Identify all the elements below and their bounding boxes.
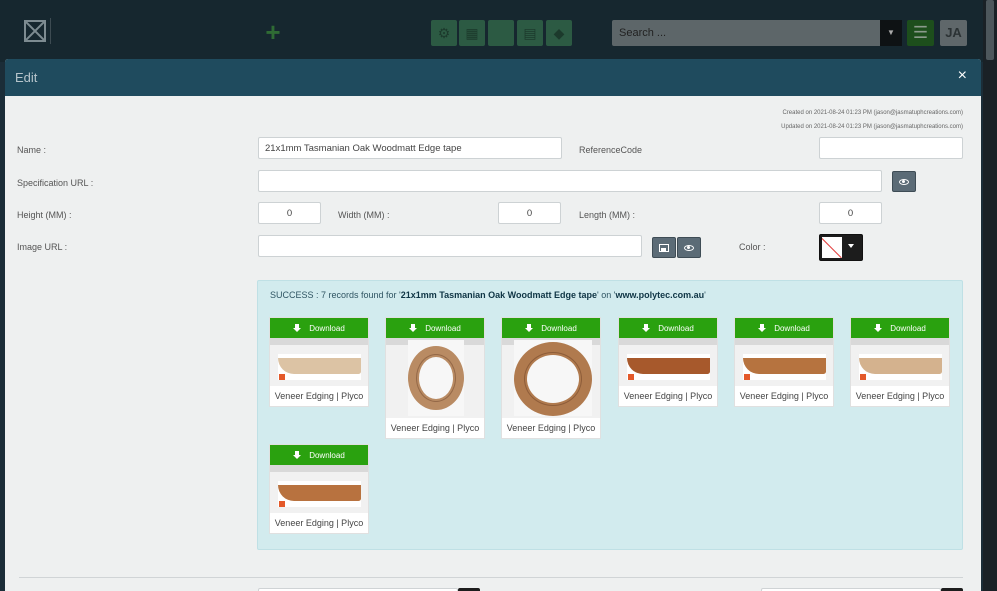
page-scrollbar[interactable] — [983, 0, 997, 591]
product-thumbnail[interactable] — [619, 338, 717, 386]
cogs-icon[interactable]: ⚙ — [431, 20, 457, 46]
chevron-down-icon — [848, 244, 854, 248]
calculator-icon[interactable]: ▦ — [459, 20, 485, 46]
download-label: Download — [425, 323, 461, 333]
reference-code-input[interactable] — [819, 137, 963, 159]
download-icon — [293, 323, 302, 333]
width-label: Width (MM) : — [338, 210, 390, 220]
download-icon — [758, 323, 767, 333]
download-button[interactable]: Download — [270, 445, 368, 465]
result-card: Download Veneer Edging | Plyco — [850, 317, 950, 407]
download-icon — [525, 323, 534, 333]
form-divider — [19, 577, 963, 578]
result-card: Download Veneer Edging | Plyco — [385, 317, 485, 439]
success-message: SUCCESS : 7 records found for '21x1mm Ta… — [270, 290, 706, 300]
product-title[interactable]: Veneer Edging | Plyco — [735, 386, 833, 406]
result-card: Download Veneer Edging | Plyco — [269, 317, 369, 407]
download-label: Download — [774, 323, 810, 333]
search-box: ▼ — [612, 20, 902, 46]
width-input[interactable] — [498, 202, 561, 224]
length-label: Length (MM) : — [579, 210, 636, 220]
clipboard-icon[interactable]: ▤ — [517, 20, 543, 46]
download-button[interactable]: Download — [735, 318, 833, 338]
download-icon — [409, 323, 418, 333]
length-input[interactable] — [819, 202, 882, 224]
browse-image-button[interactable] — [652, 237, 676, 258]
color-swatch — [822, 237, 842, 258]
product-thumbnail[interactable] — [502, 338, 600, 418]
close-icon[interactable]: × — [958, 68, 967, 84]
name-label: Name : — [17, 145, 47, 155]
product-thumbnail[interactable] — [270, 465, 368, 513]
download-label: Download — [658, 323, 694, 333]
modal-header: Edit × — [5, 59, 981, 96]
product-title[interactable]: Veneer Edging | Plyco — [270, 513, 368, 533]
name-input[interactable] — [258, 137, 562, 159]
download-label: Download — [309, 450, 345, 460]
view-spec-button[interactable] — [892, 171, 916, 192]
download-label: Download — [890, 323, 926, 333]
tags-icon[interactable]: ◆ — [546, 20, 572, 46]
specification-url-label: Specification URL : — [17, 178, 94, 188]
product-title[interactable]: Veneer Edging | Plyco — [386, 418, 484, 438]
menu-icon[interactable]: ☰ — [907, 20, 934, 46]
image-icon — [659, 243, 669, 252]
product-thumbnail[interactable] — [270, 338, 368, 386]
download-icon — [293, 450, 302, 460]
view-image-button[interactable] — [677, 237, 701, 258]
height-input[interactable] — [258, 202, 321, 224]
color-picker[interactable] — [819, 234, 863, 261]
download-button[interactable]: Download — [502, 318, 600, 338]
result-card: Download Veneer Edging | Plyco — [501, 317, 601, 439]
result-card: Download Veneer Edging | Plyco — [734, 317, 834, 407]
app-logo[interactable] — [24, 20, 46, 42]
product-title[interactable]: Veneer Edging | Plyco — [502, 418, 600, 438]
result-card: Download Veneer Edging | Plyco — [618, 317, 718, 407]
download-button[interactable]: Download — [270, 318, 368, 338]
download-label: Download — [541, 323, 577, 333]
scrollbar-thumb[interactable] — [986, 0, 994, 60]
eye-icon — [684, 244, 694, 251]
search-input[interactable] — [612, 20, 880, 46]
height-label: Height (MM) : — [17, 210, 72, 220]
product-title[interactable]: Veneer Edging | Plyco — [851, 386, 949, 406]
avatar[interactable]: JA — [940, 20, 967, 46]
updated-timestamp: Updated on 2021-08-24 01:23 PM (jason@ja… — [781, 124, 963, 130]
product-thumbnail[interactable] — [851, 338, 949, 386]
result-card: Download Veneer Edging | Plyco — [269, 444, 369, 534]
top-navbar: + ⚙ ▦ ▤ ◆ ▼ ☰ JA — [0, 0, 997, 62]
specification-url-input[interactable] — [258, 170, 882, 192]
reference-code-label: ReferenceCode — [579, 145, 643, 155]
blank-icon[interactable] — [488, 20, 514, 46]
download-label: Download — [309, 323, 345, 333]
logo-divider — [50, 18, 51, 44]
chevron-down-icon[interactable]: ▼ — [880, 20, 902, 46]
image-url-input[interactable] — [258, 235, 642, 257]
image-url-label: Image URL : — [17, 242, 68, 252]
color-label: Color : — [739, 242, 766, 252]
product-title[interactable]: Veneer Edging | Plyco — [270, 386, 368, 406]
download-icon — [874, 323, 883, 333]
created-timestamp: Created on 2021-08-24 01:23 PM (jason@ja… — [782, 110, 963, 116]
search-results-panel: SUCCESS : 7 records found for '21x1mm Ta… — [257, 280, 963, 550]
download-button[interactable]: Download — [851, 318, 949, 338]
download-button[interactable]: Download — [619, 318, 717, 338]
product-thumbnail[interactable] — [735, 338, 833, 386]
eye-icon — [899, 178, 909, 185]
product-thumbnail[interactable] — [386, 338, 484, 418]
download-button[interactable]: Download — [386, 318, 484, 338]
edit-modal: Edit × Created on 2021-08-24 01:23 PM (j… — [5, 59, 981, 591]
download-icon — [642, 323, 651, 333]
product-title[interactable]: Veneer Edging | Plyco — [619, 386, 717, 406]
plus-icon[interactable]: + — [262, 19, 284, 45]
modal-title: Edit — [15, 70, 38, 85]
